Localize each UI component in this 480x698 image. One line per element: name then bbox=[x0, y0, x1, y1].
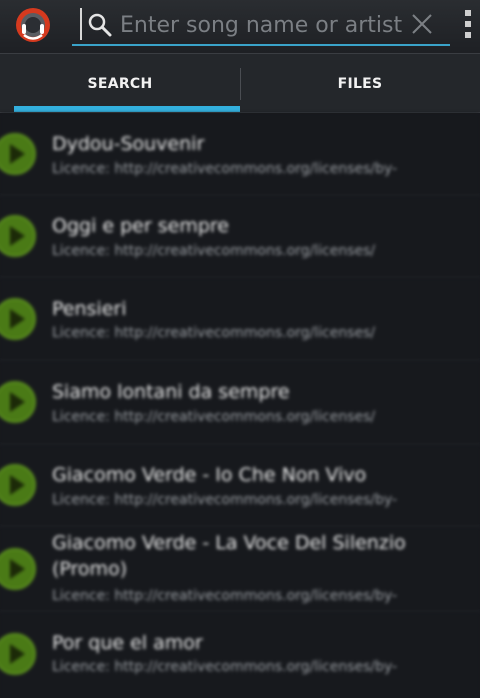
song-licence: Licence: http://creativecommons.org/lice… bbox=[52, 243, 376, 259]
song-licence: Licence: http://creativecommons.org/lice… bbox=[52, 325, 376, 341]
list-item[interactable]: Giacomo Verde - La Voce Del Silenzio (Pr… bbox=[0, 527, 480, 612]
list-item[interactable]: Oggi e per sempre Licence: http://creati… bbox=[0, 196, 480, 278]
song-licence: Licence: http://creativecommons.org/lice… bbox=[52, 161, 398, 177]
song-licence: Licence: http://creativecommons.org/lice… bbox=[52, 409, 376, 425]
overflow-menu-icon[interactable] bbox=[462, 10, 474, 40]
clear-icon[interactable] bbox=[408, 10, 436, 38]
list-item[interactable]: Dydou-Souvenir Licence: http://creativec… bbox=[0, 113, 480, 196]
list-item[interactable]: Pensieri Licence: http://creativecommons… bbox=[0, 278, 480, 361]
app-window: SEARCH FILES Dydou-Souvenir Licence: htt… bbox=[0, 0, 480, 698]
action-bar bbox=[0, 0, 480, 53]
text-cursor bbox=[80, 8, 82, 40]
song-licence: Licence: http://creativecommons.org/lice… bbox=[52, 659, 398, 675]
song-title: Giacomo Verde - Io Che Non Vivo bbox=[52, 464, 367, 486]
song-title: Por que el amor bbox=[52, 632, 203, 654]
search-box[interactable] bbox=[72, 4, 450, 46]
list-item[interactable]: Giacomo Verde - Io Che Non Vivo Licence:… bbox=[0, 445, 480, 527]
search-input[interactable] bbox=[120, 7, 410, 43]
song-title: Siamo lontani da sempre bbox=[52, 381, 290, 403]
tab-files[interactable]: FILES bbox=[240, 54, 480, 113]
play-icon[interactable] bbox=[0, 131, 38, 177]
song-title: Oggi e per sempre bbox=[52, 215, 229, 237]
tab-search[interactable]: SEARCH bbox=[0, 54, 240, 113]
play-icon[interactable] bbox=[0, 546, 38, 592]
play-icon[interactable] bbox=[0, 462, 38, 508]
song-title: Dydou-Souvenir bbox=[52, 133, 205, 155]
list-item[interactable]: Siamo lontani da sempre Licence: http://… bbox=[0, 361, 480, 445]
search-icon bbox=[88, 13, 112, 37]
play-icon[interactable] bbox=[0, 213, 38, 259]
song-title: Giacomo Verde - La Voce Del Silenzio (Pr… bbox=[52, 532, 406, 580]
play-icon[interactable] bbox=[0, 379, 38, 425]
search-results-list[interactable]: Dydou-Souvenir Licence: http://creativec… bbox=[0, 113, 480, 698]
song-licence: Licence: http://creativecommons.org/lice… bbox=[52, 588, 398, 604]
tab-bar: SEARCH FILES bbox=[0, 53, 480, 113]
app-logo-icon[interactable] bbox=[14, 6, 52, 44]
play-icon[interactable] bbox=[0, 296, 38, 342]
song-licence: Licence: http://creativecommons.org/lice… bbox=[52, 492, 398, 508]
list-item[interactable]: Por que el amor Licence: http://creative… bbox=[0, 612, 480, 698]
song-title: Pensieri bbox=[52, 298, 127, 320]
play-icon[interactable] bbox=[0, 631, 38, 677]
search-underline bbox=[72, 44, 450, 46]
